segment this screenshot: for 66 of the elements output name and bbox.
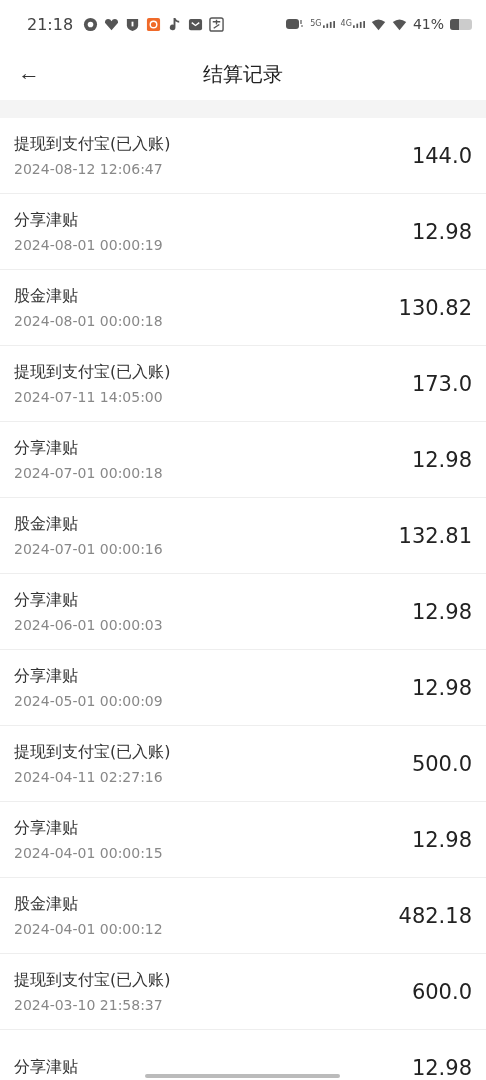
record-date: 2024-03-10 21:58:37 xyxy=(14,997,164,1013)
record-title: 分享津贴 xyxy=(14,818,79,839)
clock-time: 21:18 xyxy=(27,14,74,34)
record-amount: 12.98 xyxy=(411,447,472,472)
network-type: 4G xyxy=(340,20,352,28)
record-row[interactable]: 股金津贴 2024-07-01 00:00:16 132.81 xyxy=(0,498,486,574)
record-row[interactable]: 股金津贴 2024-04-01 00:00:12 482.18 xyxy=(0,878,486,954)
record-date: 2024-07-01 00:00:16 xyxy=(14,541,163,557)
network-type: 5G xyxy=(310,20,322,28)
app-notification-icon xyxy=(83,16,99,32)
record-date: 2024-08-01 00:00:18 xyxy=(14,313,163,329)
record-title: 分享津贴 xyxy=(14,1057,78,1078)
record-title: 分享津贴 xyxy=(14,438,79,459)
record-title: 提现到支付宝(已入账) xyxy=(14,970,171,991)
record-amount: 12.98 xyxy=(411,675,472,700)
back-button[interactable]: ← xyxy=(12,58,46,88)
record-amount: 482.18 xyxy=(398,903,472,928)
app-notification-icon xyxy=(146,16,162,32)
record-amount: 173.0 xyxy=(411,371,472,396)
record-row[interactable]: 分享津贴 2024-04-01 00:00:15 12.98 xyxy=(0,802,486,878)
record-title: 股金津贴 xyxy=(14,286,79,307)
battery-icon xyxy=(450,18,472,30)
signal-icon xyxy=(322,21,335,28)
record-amount: 12.98 xyxy=(411,1055,472,1080)
record-date: 2024-08-12 12:06:47 xyxy=(14,161,164,177)
record-amount: 130.82 xyxy=(398,295,472,320)
record-amount: 12.98 xyxy=(411,827,472,852)
record-amount: 12.98 xyxy=(411,599,472,624)
page-title: 结算记录 xyxy=(203,60,283,88)
record-title: 提现到支付宝(已入账) xyxy=(14,134,171,155)
record-date: 2024-06-01 00:00:03 xyxy=(14,617,163,633)
battery-percentage: 41% xyxy=(412,16,444,32)
record-date: 2024-04-01 00:00:12 xyxy=(14,921,163,937)
record-date: 2024-07-11 14:05:00 xyxy=(14,389,164,405)
record-title: 提现到支付宝(已入账) xyxy=(14,362,171,383)
record-row[interactable]: 提现到支付宝(已入账) 2024-07-11 14:05:00 173.0 xyxy=(0,346,486,422)
app-notification-icon xyxy=(209,16,225,32)
record-date: 2024-05-01 00:00:09 xyxy=(14,693,163,709)
record-date: 2024-08-01 00:00:19 xyxy=(14,237,163,253)
record-amount: 600.0 xyxy=(411,979,472,1004)
record-amount: 132.81 xyxy=(398,523,472,548)
record-row[interactable]: 分享津贴 2024-05-01 00:00:09 12.98 xyxy=(0,650,486,726)
record-title: 分享津贴 xyxy=(14,590,79,611)
record-title: 提现到支付宝(已入账) xyxy=(14,742,171,763)
record-title: 股金津贴 xyxy=(14,894,79,915)
record-row[interactable]: 提现到支付宝(已入账) 2024-08-12 12:06:47 144.0 xyxy=(0,118,486,194)
record-row[interactable]: 提现到支付宝(已入账) 2024-04-11 02:27:16 500.0 xyxy=(0,726,486,802)
record-date: 2024-04-11 02:27:16 xyxy=(14,769,164,785)
home-indicator[interactable] xyxy=(145,1074,340,1078)
record-row[interactable]: 分享津贴 2024-08-01 00:00:19 12.98 xyxy=(0,194,486,270)
record-row[interactable]: 提现到支付宝(已入账) 2024-03-10 21:58:37 600.0 xyxy=(0,954,486,1030)
heart-icon xyxy=(104,16,120,32)
record-title: 分享津贴 xyxy=(14,210,79,231)
record-date: 2024-07-01 00:00:18 xyxy=(14,465,163,481)
record-title: 分享津贴 xyxy=(14,666,79,687)
shield-icon xyxy=(125,16,141,32)
record-row[interactable]: 分享津贴 2024-07-01 00:00:18 12.98 xyxy=(0,422,486,498)
record-row[interactable]: 分享津贴 2024-06-01 00:00:03 12.98 xyxy=(0,574,486,650)
mail-icon xyxy=(188,16,204,32)
record-title: 股金津贴 xyxy=(14,514,79,535)
record-amount: 144.0 xyxy=(411,143,472,168)
record-date: 2024-04-01 00:00:15 xyxy=(14,845,163,861)
record-row[interactable]: 股金津贴 2024-08-01 00:00:18 130.82 xyxy=(0,270,486,346)
record-amount: 12.98 xyxy=(411,219,472,244)
signal-icon xyxy=(352,21,365,28)
record-amount: 500.0 xyxy=(411,751,472,776)
